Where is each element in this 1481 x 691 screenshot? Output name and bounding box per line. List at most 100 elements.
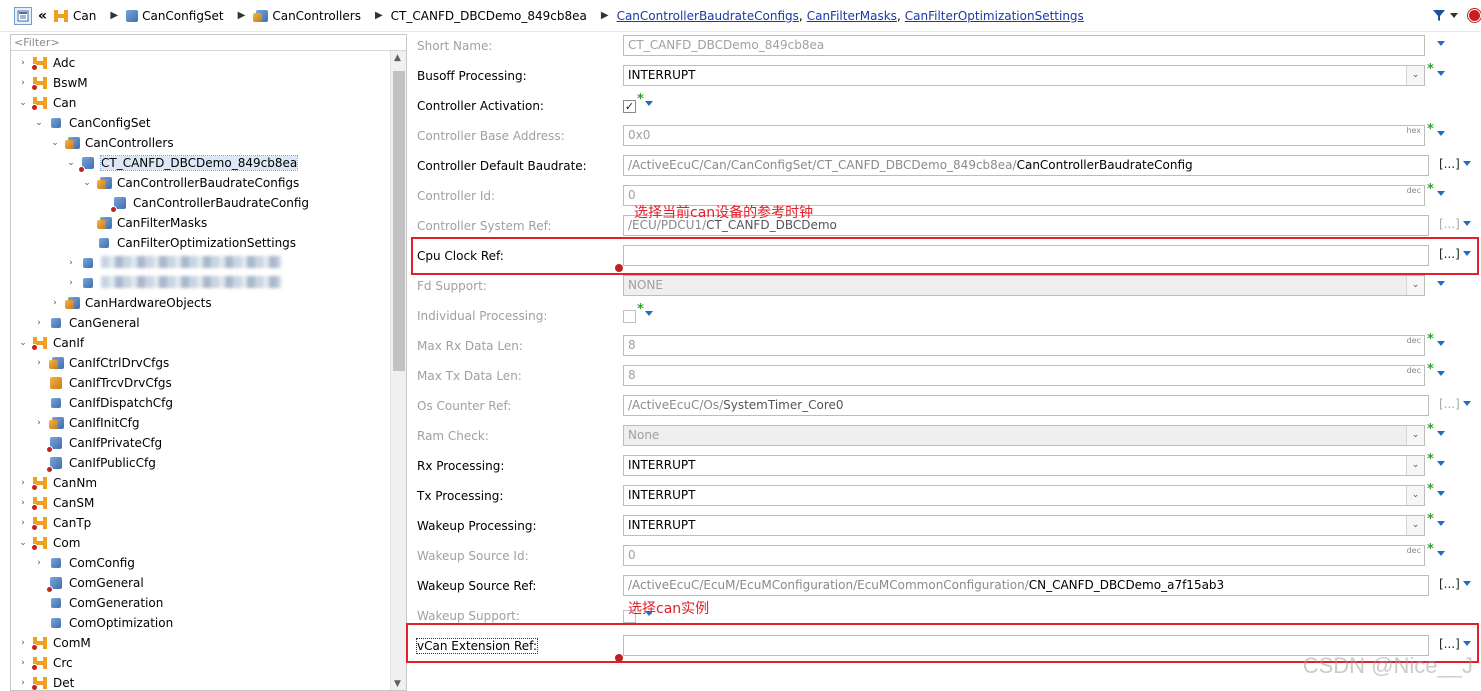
- options-dropdown-icon[interactable]: [1437, 551, 1445, 556]
- tree-node[interactable]: CanFilterOptimizationSettings: [81, 233, 296, 253]
- breadcrumb-item-can[interactable]: Can: [53, 9, 96, 23]
- tree-node[interactable]: › Crc: [17, 653, 73, 673]
- tree-node[interactable]: ⌄ CT_CANFD_DBCDemo_849cb8ea: [65, 153, 299, 173]
- link-editor-icon[interactable]: [14, 6, 32, 25]
- options-dropdown-icon[interactable]: [1437, 191, 1445, 196]
- tree-node[interactable]: › ComM: [17, 633, 91, 653]
- collapse-chevron-icon[interactable]: ⌄: [65, 158, 77, 168]
- options-dropdown-icon[interactable]: [1463, 221, 1471, 226]
- options-dropdown-icon[interactable]: [1437, 41, 1445, 46]
- tree-node[interactable]: › CanTp: [17, 513, 91, 533]
- options-dropdown-icon[interactable]: [1437, 491, 1445, 496]
- tree-node[interactable]: CanIfDispatchCfg: [33, 393, 173, 413]
- filter-funnel-icon[interactable]: [1432, 8, 1446, 25]
- expand-chevron-icon[interactable]: ›: [49, 298, 61, 308]
- tree-node[interactable]: CanIfPrivateCfg: [33, 433, 162, 453]
- tree-node[interactable]: › CanIfCtrlDrvCfgs: [33, 353, 169, 373]
- error-filter-icon[interactable]: [1468, 9, 1481, 22]
- collapse-chevron-icon[interactable]: ⌄: [49, 138, 61, 148]
- expand-chevron-icon[interactable]: ›: [65, 278, 77, 288]
- collapse-chevron-icon[interactable]: ⌄: [17, 338, 29, 348]
- tree-node[interactable]: › CanNm: [17, 473, 97, 493]
- expand-chevron-icon[interactable]: ›: [17, 518, 29, 528]
- breadcrumb-item-canconfigset[interactable]: CanConfigSet: [126, 9, 224, 23]
- options-dropdown-icon[interactable]: [645, 101, 653, 106]
- tree-node[interactable]: ›: [65, 253, 281, 273]
- tree-node[interactable]: › CanHardwareObjects: [49, 293, 211, 313]
- scroll-thumb[interactable]: [393, 71, 405, 371]
- controller-default-baudrate-browse-button[interactable]: [...]: [1439, 157, 1460, 171]
- tree-filter-input[interactable]: <Filter>: [11, 35, 406, 51]
- options-dropdown-icon[interactable]: [1437, 431, 1445, 436]
- controller-default-baudrate-input[interactable]: /ActiveEcuC/Can/CanConfigSet/CT_CANFD_DB…: [623, 155, 1429, 176]
- expand-chevron-icon[interactable]: ›: [17, 638, 29, 648]
- link-filter-optimization[interactable]: CanFilterOptimizationSettings: [905, 9, 1084, 23]
- tree-node[interactable]: › CanSM: [17, 493, 94, 513]
- tree-scrollbar[interactable]: ▲ ▼: [390, 51, 406, 690]
- tree-node[interactable]: › ComConfig: [33, 553, 135, 573]
- tree-node[interactable]: › Det: [17, 673, 74, 690]
- tree-node[interactable]: CanIfPublicCfg: [33, 453, 156, 473]
- tree-node[interactable]: ComOptimization: [33, 613, 173, 633]
- combo-chevron-down-icon[interactable]: ⌄: [1406, 486, 1424, 505]
- collapse-chevron-icon[interactable]: ⌄: [33, 118, 45, 128]
- collapse-chevron-icon[interactable]: ⌄: [81, 178, 93, 188]
- expand-chevron-icon[interactable]: ›: [17, 78, 29, 88]
- options-dropdown-icon[interactable]: [1437, 131, 1445, 136]
- expand-chevron-icon[interactable]: ›: [33, 358, 45, 368]
- expand-chevron-icon[interactable]: ›: [33, 418, 45, 428]
- tree-node[interactable]: ⌄ Com: [17, 533, 80, 553]
- combo-chevron-down-icon[interactable]: ⌄: [1406, 516, 1424, 535]
- expand-chevron-icon[interactable]: ›: [17, 658, 29, 668]
- tree-node[interactable]: CanControllerBaudrateConfig: [97, 193, 309, 213]
- tree-node[interactable]: › BswM: [17, 73, 88, 93]
- tree-node[interactable]: › CanGeneral: [33, 313, 139, 333]
- scroll-down-icon[interactable]: ▼: [394, 679, 401, 689]
- expand-chevron-icon[interactable]: ›: [33, 318, 45, 328]
- options-dropdown-icon[interactable]: [645, 311, 653, 316]
- expand-chevron-icon[interactable]: ›: [17, 58, 29, 68]
- expand-chevron-icon[interactable]: ›: [33, 558, 45, 568]
- tree-node[interactable]: ⌄ Can: [17, 93, 76, 113]
- tx-processing-select[interactable]: INTERRUPT ⌄: [623, 485, 1425, 506]
- wakeup-processing-select[interactable]: INTERRUPT ⌄: [623, 515, 1425, 536]
- busoff-processing-select[interactable]: INTERRUPT ⌄: [623, 65, 1425, 86]
- tree-node[interactable]: ⌄ CanConfigSet: [33, 113, 150, 133]
- options-dropdown-icon[interactable]: [1437, 71, 1445, 76]
- options-dropdown-icon[interactable]: [1463, 581, 1471, 586]
- link-filter-masks[interactable]: CanFilterMasks: [807, 9, 897, 23]
- tree-node[interactable]: ⌄ CanControllers: [49, 133, 173, 153]
- wakeup-source-ref-input[interactable]: /ActiveEcuC/EcuM/EcuMConfiguration/EcuMC…: [623, 575, 1429, 596]
- collapse-chevron-icon[interactable]: ⌄: [17, 98, 29, 108]
- expand-chevron-icon[interactable]: ›: [17, 478, 29, 488]
- options-dropdown-icon[interactable]: [1437, 341, 1445, 346]
- scroll-up-icon[interactable]: ▲: [394, 53, 401, 63]
- tree-node[interactable]: ⌄ CanIf: [17, 333, 84, 353]
- expand-chevron-icon[interactable]: ›: [65, 258, 77, 268]
- back-double-chevron-icon[interactable]: «: [38, 8, 47, 24]
- tree-node[interactable]: CanFilterMasks: [81, 213, 207, 233]
- tree-node[interactable]: ComGeneral: [33, 573, 144, 593]
- expand-chevron-icon[interactable]: ›: [17, 498, 29, 508]
- tree-node[interactable]: ComGeneration: [33, 593, 163, 613]
- options-dropdown-icon[interactable]: [1437, 371, 1445, 376]
- tree-node[interactable]: CanIfTrcvDrvCfgs: [33, 373, 172, 393]
- tree-node[interactable]: › CanIfInitCfg: [33, 413, 139, 433]
- rx-processing-select[interactable]: INTERRUPT ⌄: [623, 455, 1425, 476]
- breadcrumb-item-cancontrollers[interactable]: CanControllers: [253, 9, 361, 23]
- controller-activation-checkbox[interactable]: ✓: [623, 100, 636, 113]
- options-dropdown-icon[interactable]: [1463, 161, 1471, 166]
- breadcrumb-item-controller[interactable]: CT_CANFD_DBCDemo_849cb8ea: [391, 9, 587, 23]
- tree-node[interactable]: › Adc: [17, 53, 75, 73]
- wakeup-source-ref-browse-button[interactable]: [...]: [1439, 577, 1460, 591]
- filter-dropdown-icon[interactable]: [1450, 13, 1458, 18]
- options-dropdown-icon[interactable]: [1437, 521, 1445, 526]
- tree-node[interactable]: ⌄ CanControllerBaudrateConfigs: [81, 173, 299, 193]
- options-dropdown-icon[interactable]: [1437, 281, 1445, 286]
- options-dropdown-icon[interactable]: [1437, 461, 1445, 466]
- collapse-chevron-icon[interactable]: ⌄: [17, 538, 29, 548]
- tree-node[interactable]: ›: [65, 273, 281, 293]
- expand-chevron-icon[interactable]: ›: [17, 678, 29, 688]
- options-dropdown-icon[interactable]: [1463, 401, 1471, 406]
- link-baudrate-configs[interactable]: CanControllerBaudrateConfigs: [617, 9, 799, 23]
